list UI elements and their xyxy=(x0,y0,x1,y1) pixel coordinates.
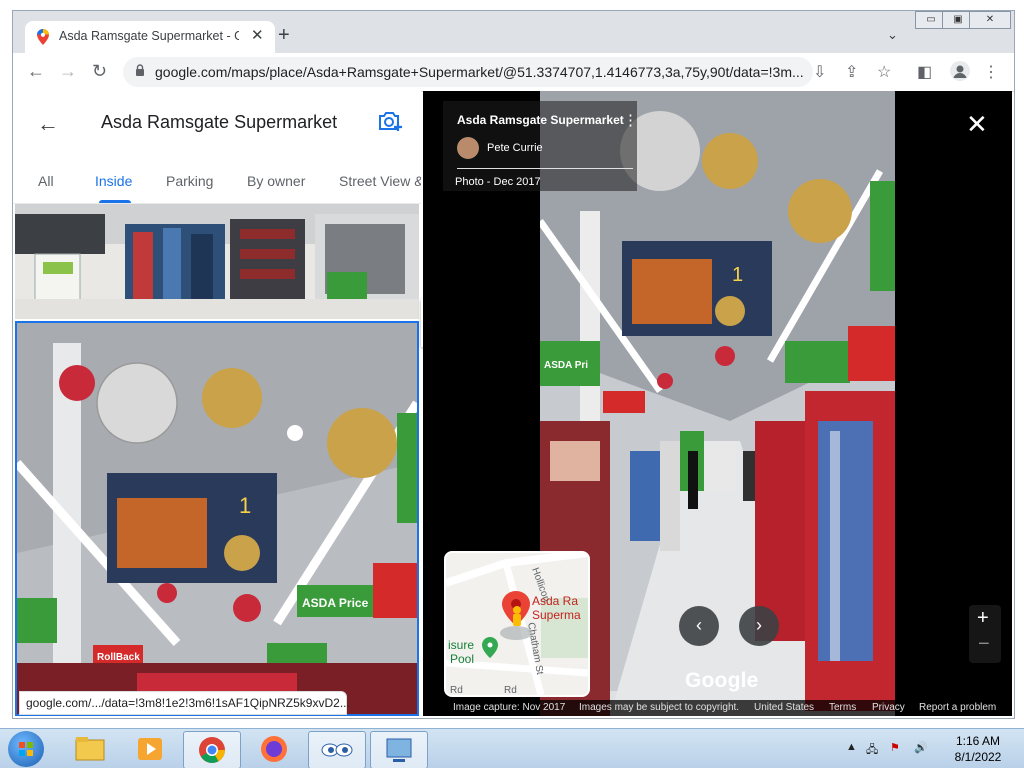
windows-taskbar: ▲ 🖧 ⚑ 🔊 1:16 AM 8/1/2022 xyxy=(0,728,1024,768)
chrome-window: Asda Ramsgate Supermarket - G ✕ + ⌄ ▭ ▣ … xyxy=(12,10,1015,719)
tab-all[interactable]: All xyxy=(38,173,54,189)
system-clock[interactable]: 1:16 AM 8/1/2022 xyxy=(951,733,1005,765)
zoom-in-icon[interactable]: + xyxy=(977,607,989,630)
photo-viewer: 1 ASDA Pri Asda Ramsgate Supermarket ⋮ P… xyxy=(423,91,1012,716)
add-photo-icon[interactable] xyxy=(377,109,403,133)
status-url: google.com/.../data=!3m8!1e2!3m6!1sAF1Qi… xyxy=(26,696,350,710)
terms-link[interactable]: Terms xyxy=(829,702,856,713)
browser-toolbar: ← → ↻ google.com/maps/place/Asda+Ramsgat… xyxy=(13,53,1014,92)
back-icon[interactable]: ← xyxy=(27,61,45,82)
profile-avatar-icon[interactable] xyxy=(950,61,970,81)
firefox-taskbar-icon[interactable] xyxy=(246,731,302,767)
close-tab-icon[interactable]: ✕ xyxy=(251,26,264,44)
clock-time: 1:16 AM xyxy=(955,734,1001,748)
svg-text:1: 1 xyxy=(732,264,743,286)
tab-strip: Asda Ramsgate Supermarket - G ✕ + ⌄ ▭ ▣ … xyxy=(13,11,1014,53)
viewer-footer: Image capture: Nov 2017 Images may be su… xyxy=(423,700,1012,716)
selected-tab-indicator xyxy=(99,200,131,203)
image-capture-date: Image capture: Nov 2017 xyxy=(453,702,566,713)
road-label-2: Rd xyxy=(504,685,517,695)
network-icon[interactable]: 🖧 xyxy=(866,741,878,760)
divider xyxy=(457,168,633,169)
photo-info-card: Asda Ramsgate Supermarket ⋮ Pete Currie … xyxy=(443,101,638,191)
photos-panel: ← Asda Ramsgate Supermarket All Inside P… xyxy=(13,91,421,716)
svg-text:1: 1 xyxy=(239,493,251,518)
install-icon[interactable]: ⇩ xyxy=(813,62,826,82)
copyright-notice: Images may be subject to copyright. xyxy=(579,702,740,713)
photo-category-tabs: All Inside Parking By owner Street View … xyxy=(13,155,421,204)
tab-title: Asda Ramsgate Supermarket - G xyxy=(59,29,239,43)
sign-asda-price-small: ASDA Pri xyxy=(544,360,588,371)
panel-title: Asda Ramsgate Supermarket xyxy=(101,112,338,132)
forward-icon[interactable]: → xyxy=(59,61,77,82)
panel-header: ← Asda Ramsgate Supermarket xyxy=(13,91,421,155)
browser-tab[interactable]: Asda Ramsgate Supermarket - G ✕ xyxy=(25,21,275,53)
start-button[interactable] xyxy=(8,731,44,767)
author-avatar[interactable] xyxy=(457,137,479,159)
tab-parking[interactable]: Parking xyxy=(166,173,213,189)
photo-thumbnail-selected[interactable]: 1 ASDA Price RollBack xyxy=(15,321,419,716)
tab-search-icon[interactable]: ⌄ xyxy=(887,27,898,43)
more-options-icon[interactable]: ⋮ xyxy=(623,111,638,129)
minimap-place-line1: Asda Ra xyxy=(532,594,578,608)
minimap[interactable]: Hollicon Chatham St Rd Rd Asda Ra Superm… xyxy=(444,551,590,697)
bookmark-star-icon[interactable]: ☆ xyxy=(877,62,891,82)
tab-inside[interactable]: Inside xyxy=(95,173,132,189)
eyes-app-taskbar-icon[interactable] xyxy=(308,731,366,768)
panel-back-icon[interactable]: ← xyxy=(37,111,59,137)
volume-icon[interactable]: 🔊 xyxy=(914,741,928,754)
remote-desktop-taskbar-icon[interactable] xyxy=(370,731,428,768)
photo-date: Photo - Dec 2017 xyxy=(455,176,541,188)
zoom-controls: + − xyxy=(969,605,1001,663)
action-center-icon[interactable]: ⚑ xyxy=(890,741,900,754)
next-photo-button[interactable]: › xyxy=(739,606,779,646)
address-bar[interactable]: google.com/maps/place/Asda+Ramsgate+Supe… xyxy=(123,57,813,87)
side-panel-icon[interactable]: ◧ xyxy=(917,62,932,82)
sign-asda-price: ASDA Price xyxy=(302,596,369,610)
author-name[interactable]: Pete Currie xyxy=(487,142,543,154)
status-bar: google.com/.../data=!3m8!1e2!3m6!1sAF1Qi… xyxy=(19,691,350,715)
minimap-place-line2: Superma xyxy=(532,608,581,622)
lock-icon xyxy=(136,64,144,76)
menu-kebab-icon[interactable]: ⋮ xyxy=(983,62,999,82)
reload-icon[interactable]: ↻ xyxy=(92,61,107,82)
region-link[interactable]: United States xyxy=(754,702,814,713)
road-label-1: Rd xyxy=(450,685,463,695)
minimap-leisure-line1: isure xyxy=(448,638,474,652)
sign-rollback: RollBack xyxy=(97,652,140,663)
store-aisle-image xyxy=(15,204,419,319)
close-window-button[interactable]: ✕ xyxy=(969,11,1011,29)
viewer-place-name[interactable]: Asda Ramsgate Supermarket xyxy=(457,113,624,127)
show-hidden-icons[interactable]: ▲ xyxy=(846,741,857,753)
minimap-graphic: Hollicon Chatham St Rd Rd Asda Ra Superm… xyxy=(446,553,588,695)
clock-date: 8/1/2022 xyxy=(954,750,1002,764)
maps-pin-icon xyxy=(37,29,49,45)
close-viewer-icon[interactable]: ✕ xyxy=(966,109,988,140)
previous-photo-button[interactable]: ‹ xyxy=(679,606,719,646)
tab-by-owner[interactable]: By owner xyxy=(247,173,305,189)
url-text: google.com/maps/place/Asda+Ramsgate+Supe… xyxy=(155,64,804,80)
share-icon[interactable]: ⇪ xyxy=(845,62,858,82)
store-decorations-image: 1 ASDA Price RollBack xyxy=(17,323,417,714)
report-problem-link[interactable]: Report a problem xyxy=(919,702,996,713)
file-explorer-taskbar-icon[interactable] xyxy=(62,731,118,767)
media-player-taskbar-icon[interactable] xyxy=(122,731,178,767)
privacy-link[interactable]: Privacy xyxy=(872,702,905,713)
google-logo: Google xyxy=(685,669,759,692)
photo-thumbnail[interactable] xyxy=(15,204,419,319)
zoom-out-icon[interactable]: − xyxy=(978,633,990,656)
minimap-leisure-line2: Pool xyxy=(450,652,474,666)
new-tab-button[interactable]: + xyxy=(278,24,290,47)
tab-street-view[interactable]: Street View & xyxy=(339,173,421,189)
chrome-taskbar-icon[interactable] xyxy=(183,731,241,768)
windows-logo-icon xyxy=(19,742,33,756)
